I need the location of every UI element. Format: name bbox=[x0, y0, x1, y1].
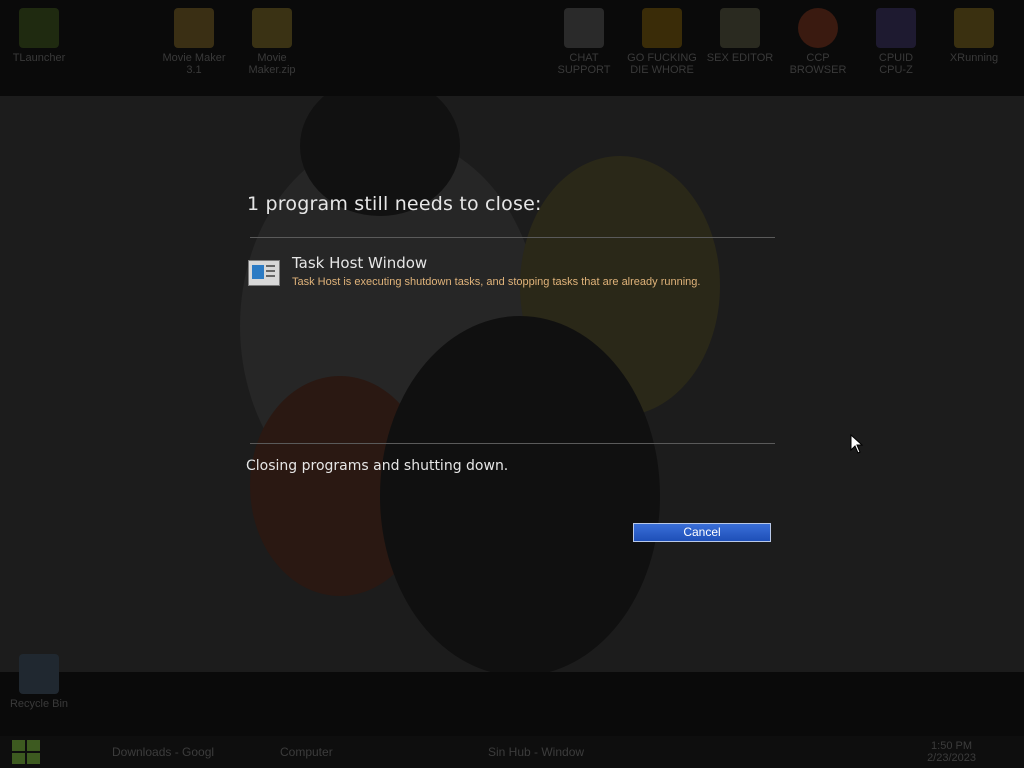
clock-time: 1:50 PM bbox=[931, 740, 973, 752]
desktop-icon-label: CHAT SUPPORT bbox=[557, 52, 611, 76]
desktop-icon-label: Recycle Bin bbox=[9, 698, 69, 710]
desktop-icon-label: GO FUCKING DIE WHORE bbox=[627, 52, 697, 76]
desktop-icon-label: Movie Maker 3.1 bbox=[162, 52, 226, 76]
dimmed-wallpaper bbox=[0, 96, 1024, 672]
desktop-icon-label: TLauncher bbox=[12, 52, 66, 64]
desktop-icon-go-die[interactable]: GO FUCKING DIE WHORE bbox=[623, 8, 701, 76]
recycle-bin-icon bbox=[19, 654, 59, 694]
desktop-icon-ccp-browser[interactable]: CCP BROWSER bbox=[779, 8, 857, 76]
desktop-icon-tlauncher[interactable]: TLauncher bbox=[0, 8, 78, 64]
taskbar-item-window[interactable]: Sin Hub - Window bbox=[488, 742, 584, 762]
support-agent-icon bbox=[564, 8, 604, 48]
app-icon bbox=[642, 8, 682, 48]
browser-icon bbox=[798, 8, 838, 48]
cpuz-icon bbox=[876, 8, 916, 48]
bottom-icon-band bbox=[0, 672, 1024, 736]
desktop-icon-label: SEX EDITOR bbox=[706, 52, 774, 64]
divider-top bbox=[250, 237, 775, 238]
desktop-icon-sex-editor[interactable]: SEX EDITOR bbox=[701, 8, 779, 64]
program-description: Task Host is executing shutdown tasks, a… bbox=[292, 276, 701, 288]
program-name: Task Host Window bbox=[292, 254, 428, 272]
desktop-icon-xrunning[interactable]: XRunning bbox=[935, 8, 1013, 64]
mouse-cursor-icon bbox=[850, 434, 864, 454]
shutdown-status: Closing programs and shutting down. bbox=[246, 458, 509, 474]
taskbar-item-downloads[interactable]: Downloads - Googl bbox=[112, 742, 214, 762]
clock-date: 2/23/2023 bbox=[927, 752, 976, 764]
cancel-button[interactable]: Cancel bbox=[633, 523, 771, 542]
desktop-icon-label: XRunning bbox=[949, 52, 999, 64]
dialog-title: 1 program still needs to close: bbox=[247, 193, 542, 215]
taskbar-clock[interactable]: 1:50 PM 2/23/2023 bbox=[927, 740, 976, 764]
divider-bottom bbox=[250, 443, 775, 444]
desktop-screen: TLauncher Movie Maker 3.1 Movie Maker.zi… bbox=[0, 0, 1024, 768]
taskbar-item-computer[interactable]: Computer bbox=[280, 742, 333, 762]
editor-icon bbox=[720, 8, 760, 48]
desktop-icon-chat-support[interactable]: CHAT SUPPORT bbox=[545, 8, 623, 76]
folder-icon bbox=[954, 8, 994, 48]
tlauncher-icon bbox=[19, 8, 59, 48]
zip-folder-icon bbox=[252, 8, 292, 48]
folder-icon bbox=[174, 8, 214, 48]
desktop-icon-label: CCP BROWSER bbox=[789, 52, 847, 76]
desktop-icon-label: CPUID CPU-Z bbox=[878, 52, 914, 76]
task-host-window-icon bbox=[248, 260, 280, 286]
desktop-icon-recycle-bin[interactable]: Recycle Bin bbox=[0, 654, 78, 710]
desktop-icon-cpuz[interactable]: CPUID CPU-Z bbox=[857, 8, 935, 76]
start-button-icon[interactable] bbox=[12, 740, 42, 764]
desktop-icon-movie-maker[interactable]: Movie Maker 3.1 bbox=[155, 8, 233, 76]
desktop-icon-label: Movie Maker.zip bbox=[248, 52, 296, 76]
desktop-icon-movie-maker-zip[interactable]: Movie Maker.zip bbox=[233, 8, 311, 76]
